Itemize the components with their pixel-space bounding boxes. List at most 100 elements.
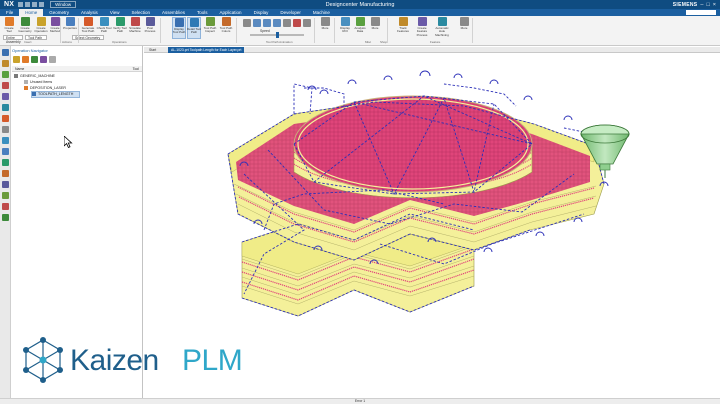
assembly-navigator-icon[interactable] <box>2 71 9 78</box>
button-label: More <box>371 26 379 30</box>
display-roi-button[interactable]: Display ROI <box>338 17 352 39</box>
playback-options-icon[interactable] <box>303 19 311 27</box>
command-search-input[interactable] <box>686 10 716 15</box>
roles-icon[interactable] <box>2 148 9 155</box>
menu-tab-machine[interactable]: Machine <box>307 9 336 16</box>
playback-start-icon[interactable] <box>243 19 251 27</box>
ribbon-group-label: Tool Path Animation <box>266 40 293 44</box>
more-button[interactable]: More <box>457 17 471 39</box>
menu-tab-view[interactable]: View <box>104 9 126 16</box>
machine-tool-view-icon[interactable] <box>22 56 29 63</box>
filter-icon[interactable] <box>49 56 56 63</box>
create-tool-button[interactable]: Create Tool <box>2 17 16 39</box>
more-button[interactable]: More <box>368 17 382 39</box>
tool-path-inspect-button[interactable]: Tool Path Inspect <box>203 17 217 39</box>
mouse-pointer-icon <box>64 136 73 148</box>
column-tool[interactable]: Tool <box>133 66 139 72</box>
create-geometry-button[interactable]: Create Geometry <box>18 17 32 39</box>
speed-slider-thumb[interactable] <box>276 32 279 38</box>
post-process-button[interactable]: Post Process <box>143 17 157 39</box>
create-feature-process-button[interactable]: Create Feature Process <box>415 17 429 39</box>
navigator-tab-icon[interactable] <box>2 49 9 56</box>
history-icon[interactable] <box>2 126 9 133</box>
track-features-button[interactable]: Track Features <box>396 17 410 39</box>
process-studio-icon[interactable] <box>2 181 9 188</box>
window-selector[interactable]: Window <box>50 1 77 8</box>
create-operation-icon <box>36 17 46 26</box>
playback-step-forward-icon[interactable] <box>273 19 281 27</box>
more-icon <box>320 17 330 26</box>
ribbon-group-label: Shop <box>380 40 388 44</box>
menu-tab-geometry[interactable]: Geometry <box>43 9 75 16</box>
playback-step-back-icon[interactable] <box>253 19 261 27</box>
create-operation-button[interactable]: Create Operation <box>34 17 48 39</box>
tree-node-unused-items[interactable]: Unused Items <box>24 80 52 85</box>
part-navigator-icon[interactable] <box>2 60 9 67</box>
playback-end-icon[interactable] <box>283 19 291 27</box>
tree-node-generic-machine[interactable]: GENERIC_MACHINE <box>14 74 55 79</box>
simulate-machine-icon <box>130 17 140 26</box>
maximize-icon[interactable]: □ <box>706 2 709 8</box>
menu-tab-home[interactable]: Home <box>19 9 44 16</box>
generate-tool-path-button[interactable]: Generate Tool Path <box>81 17 95 39</box>
save-icon[interactable] <box>18 2 24 7</box>
tab-active-part[interactable]: AL-1023.prt Toolpath Length for Each Lay… <box>168 47 245 53</box>
analysis-data-button[interactable]: Analysis Data <box>353 17 367 39</box>
machine-tool-navigator-icon[interactable] <box>2 93 9 100</box>
simulate-machine-button[interactable]: Simulate Machine <box>128 17 142 39</box>
check-tool-path-button[interactable]: Check Tool Path <box>97 17 111 39</box>
menu-tab-analysis[interactable]: Analysis <box>75 9 104 16</box>
properties-button[interactable]: Properties <box>63 17 77 39</box>
system-materials-icon[interactable] <box>2 137 9 144</box>
reuse-library-icon[interactable] <box>2 115 9 122</box>
undo-icon[interactable] <box>25 2 31 7</box>
palette-icon[interactable] <box>2 170 9 177</box>
tab-start[interactable]: Start <box>146 47 159 53</box>
feature-navigator-icon[interactable] <box>2 104 9 111</box>
hd3d-tools-icon[interactable] <box>2 192 9 199</box>
watermark-word-plm: PLM <box>182 344 243 377</box>
watermark-word-kaizen: Kaizen <box>70 344 159 377</box>
geometry-view-icon[interactable] <box>31 56 38 63</box>
verify-tool-path-icon <box>115 17 125 26</box>
button-label: Post Process <box>144 26 156 34</box>
tree-node-toolpath-length[interactable]: TOOLPATH_LENGTH <box>30 91 81 98</box>
machining-method-view-icon[interactable] <box>40 56 47 63</box>
menu-tab-assemblies[interactable]: Assemblies <box>156 9 191 16</box>
detail-tool-path-button[interactable]: Detail Tool Path <box>187 17 201 39</box>
menu-tab-selection[interactable]: Selection <box>126 9 157 16</box>
minimize-icon[interactable]: – <box>700 2 703 8</box>
detail-tool-path-icon <box>189 18 199 27</box>
analysis-data-icon <box>355 17 365 26</box>
inspection-icon[interactable] <box>2 214 9 221</box>
cut-icon[interactable] <box>39 2 45 7</box>
column-name[interactable]: Name <box>15 67 24 71</box>
menu-tab-display[interactable]: Display <box>248 9 275 16</box>
verify-tool-path-button[interactable]: Verify Tool Path <box>113 17 127 39</box>
tool-path-inspect-icon <box>205 17 215 26</box>
button-label: Tool Path Inspect <box>203 26 217 34</box>
more-button[interactable]: More <box>318 17 332 39</box>
web-browser-icon[interactable] <box>2 159 9 166</box>
redo-icon[interactable] <box>32 2 38 7</box>
properties-icon <box>65 17 75 26</box>
manufacturing-wizards-icon[interactable] <box>2 203 9 210</box>
playback-stop-icon[interactable] <box>293 19 301 27</box>
display-tool-path-button[interactable]: Display Tool Path <box>172 17 186 39</box>
automatic-hole-machining-button[interactable]: Automatic Hole Machining <box>435 17 449 39</box>
menu-tab-tools[interactable]: Tools <box>191 9 214 16</box>
operation-icon <box>32 92 36 97</box>
menu-tab-file[interactable]: File <box>0 9 19 16</box>
ribbon-divider <box>334 18 335 43</box>
ribbon-divider <box>387 18 388 43</box>
tool-path-colors-button[interactable]: Tool Path Colors <box>219 17 233 39</box>
tree-node-deposition-laser[interactable]: DEPOSITION_LASER <box>24 86 66 91</box>
menu-tab-developer[interactable]: Developer <box>274 9 307 16</box>
close-icon[interactable]: × <box>713 2 716 8</box>
constraint-navigator-icon[interactable] <box>2 82 9 89</box>
playback-play-icon[interactable] <box>263 19 271 27</box>
button-label: Track Features <box>397 26 409 34</box>
program-order-view-icon[interactable] <box>13 56 20 63</box>
button-label: Create Feature Process <box>416 26 428 37</box>
menu-tab-application[interactable]: Application <box>214 9 248 16</box>
